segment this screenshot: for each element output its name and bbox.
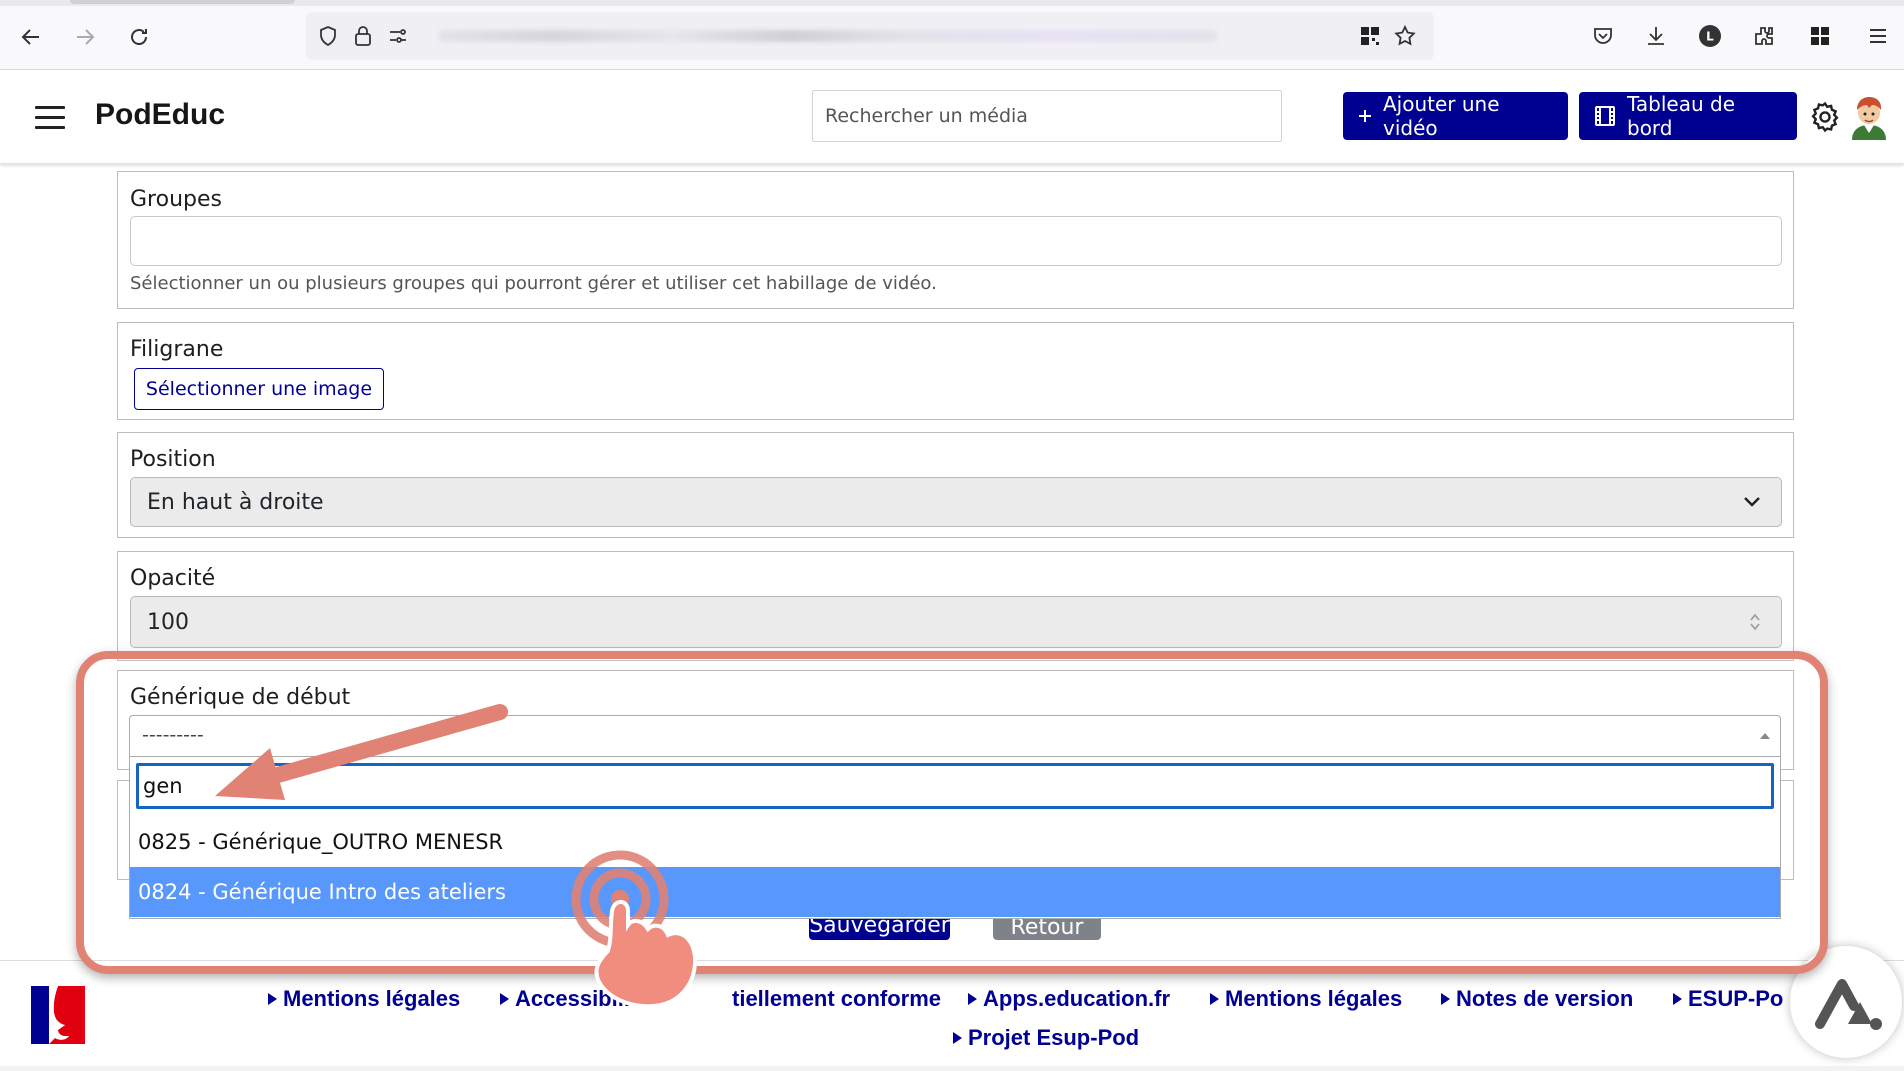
active-tab[interactable] [70, 0, 295, 4]
opacity-label: Opacité [130, 566, 216, 591]
chevron-down-icon [1744, 497, 1760, 507]
search-input[interactable] [812, 90, 1282, 142]
triangle-right-icon [1210, 993, 1219, 1005]
triangle-right-icon [1673, 993, 1682, 1005]
position-label: Position [130, 447, 216, 472]
avatar[interactable] [1848, 94, 1890, 140]
menu-icon[interactable] [1864, 22, 1892, 50]
groups-help-text: Sélectionner un ou plusieurs groupes qui… [130, 273, 937, 294]
page-bottom-edge [0, 1066, 1904, 1071]
svg-text:L: L [1706, 30, 1714, 44]
pointing-hand-icon [571, 850, 697, 1009]
add-video-button[interactable]: Ajouter une vidéo [1343, 92, 1568, 140]
watermark-fieldset: Filigrane Sélectionner une image [117, 322, 1794, 420]
forward-arrow-icon[interactable] [68, 20, 102, 54]
url-text-blurred[interactable] [438, 30, 1218, 42]
extensions-icon[interactable] [1750, 22, 1778, 50]
permissions-icon[interactable] [386, 24, 410, 48]
lock-icon[interactable] [351, 24, 375, 48]
brand-logo[interactable]: PodEduc [95, 98, 225, 132]
app-header: PodEduc Ajouter une vidéo Tableau de bor… [0, 70, 1904, 164]
select-image-button[interactable]: Sélectionner une image [134, 368, 384, 410]
triangle-right-icon [268, 993, 277, 1005]
footer-link-release-notes[interactable]: Notes de version [1441, 986, 1633, 1012]
footer-link-project-esup-pod[interactable]: Projet Esup-Pod [953, 1025, 1139, 1051]
triangle-right-icon [500, 993, 509, 1005]
watermark-label: Filigrane [130, 337, 224, 362]
download-icon[interactable] [1642, 22, 1670, 50]
hamburger-menu-icon[interactable] [35, 106, 65, 130]
footer [0, 960, 1904, 1071]
groups-fieldset: Groupes Sélectionner un ou plusieurs gro… [117, 171, 1794, 309]
pocket-icon[interactable] [1589, 22, 1617, 50]
triangle-right-icon [1441, 993, 1450, 1005]
url-bar[interactable] [306, 12, 1434, 60]
tutorial-arrow-icon [215, 704, 508, 800]
groups-label: Groupes [130, 187, 222, 212]
position-select[interactable]: En haut à droite [130, 477, 1782, 527]
footer-link-apps-education[interactable]: Apps.education.fr [968, 986, 1170, 1012]
shield-icon[interactable] [316, 24, 340, 48]
triangle-right-icon [953, 1032, 962, 1044]
back-arrow-icon[interactable] [14, 20, 48, 54]
footer-link-legal-2[interactable]: Mentions légales [1210, 986, 1402, 1012]
plus-icon [1357, 108, 1373, 124]
browser-toolbar: L [0, 0, 1904, 70]
triangle-right-icon [968, 993, 977, 1005]
qr-code-icon[interactable] [1358, 24, 1382, 48]
footer-link-legal[interactable]: Mentions légales [268, 986, 460, 1012]
star-icon[interactable] [1393, 24, 1417, 48]
stepper-arrows-icon[interactable] [1749, 612, 1761, 632]
gear-icon[interactable] [1808, 100, 1842, 134]
film-icon [1593, 104, 1617, 128]
opacity-value: 100 [147, 609, 189, 635]
account-icon[interactable]: L [1696, 22, 1724, 50]
footer-link-accessibility-rest[interactable]: tiellement conforme [732, 986, 941, 1012]
reload-icon[interactable] [122, 20, 156, 54]
add-video-label: Ajouter une vidéo [1383, 92, 1500, 140]
opacity-number-input[interactable]: 100 [130, 596, 1782, 648]
dashboard-label: Tableau de bord [1627, 92, 1736, 140]
tab-strip [0, 0, 1904, 6]
dashboard-button[interactable]: Tableau de bord [1579, 92, 1797, 140]
groups-input[interactable] [130, 216, 1782, 266]
apps-icon[interactable] [1806, 22, 1834, 50]
marianne-logo[interactable] [28, 984, 88, 1046]
position-fieldset: Position En haut à droite [117, 432, 1794, 538]
footer-link-esup-pod[interactable]: ESUP-Po [1673, 986, 1783, 1012]
opacity-fieldset: Opacité 100 [117, 551, 1794, 661]
position-selected-value: En haut à droite [147, 489, 324, 515]
